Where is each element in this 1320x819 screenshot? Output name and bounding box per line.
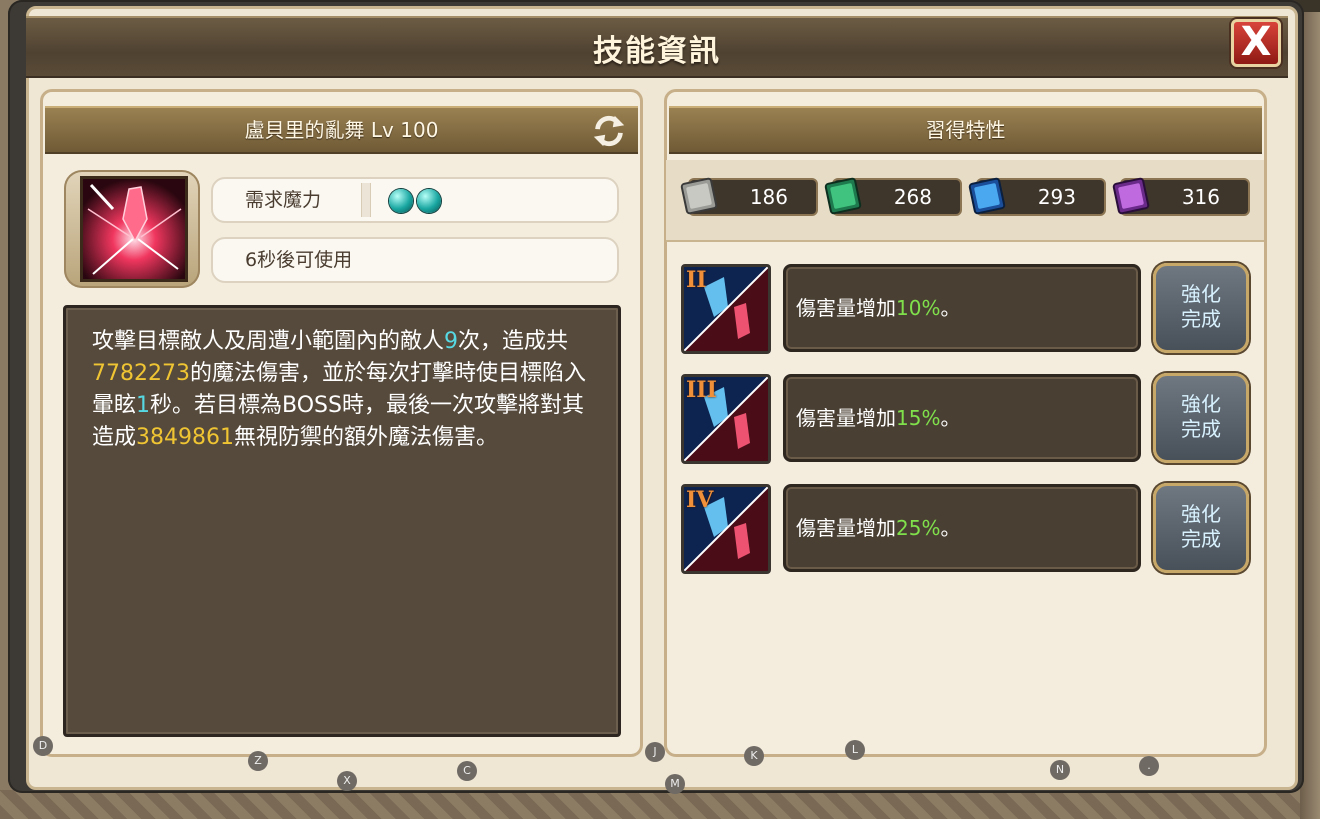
trait-text-prefix: 傷害量增加 — [796, 406, 896, 430]
trait-text-suffix: 。 — [940, 296, 961, 320]
hotkey-marker[interactable]: . — [1139, 756, 1159, 776]
hotkey-marker[interactable]: M — [665, 774, 685, 794]
cooldown-label: 6秒後可使用 — [245, 249, 353, 271]
trait-text-prefix: 傷害量增加 — [796, 516, 896, 540]
title-bar: 技能資訊 — [26, 16, 1288, 78]
trait-value: 10% — [896, 296, 941, 320]
hotkey-marker[interactable]: J — [645, 742, 665, 762]
blue-book-icon — [968, 177, 1006, 215]
enhance-complete-button[interactable]: 強化 完成 — [1153, 373, 1249, 463]
enhance-button-label: 強化 完成 — [1181, 502, 1221, 551]
pill-divider — [361, 183, 371, 217]
skill-description: 攻擊目標敵人及周遭小範圍內的敵人9次，造成共7782273的魔法傷害，並於每次打… — [92, 326, 592, 454]
skill-icon — [80, 176, 188, 282]
mana-label: 需求魔力 — [245, 189, 322, 211]
trait-description: 傷害量增加15%。 — [783, 374, 1141, 462]
desc-text: 次，造成共 — [458, 329, 569, 354]
mana-orb-icon — [417, 189, 441, 213]
hotkey-marker[interactable]: D — [33, 736, 53, 756]
cooldown-status: 6秒後可使用 — [211, 237, 619, 283]
gray-book-icon — [680, 177, 718, 215]
desc-boss-damage: 3849861 — [136, 425, 234, 450]
hotkey-marker[interactable]: Z — [248, 751, 268, 771]
trait-text-suffix: 。 — [940, 516, 961, 540]
trait-value: 25% — [896, 516, 941, 540]
trait-tier-label: II — [686, 267, 707, 293]
trait-icon-tier-3: III — [681, 374, 771, 464]
hotkey-marker[interactable]: C — [457, 761, 477, 781]
enhance-complete-button[interactable]: 強化 完成 — [1153, 483, 1249, 573]
mana-requirement: 需求魔力 — [211, 177, 619, 223]
enhance-button-label: 強化 完成 — [1181, 392, 1221, 441]
desc-stun-duration: 1 — [136, 393, 151, 418]
trait-description: 傷害量增加10%。 — [783, 264, 1141, 352]
trait-icon-tier-2: II — [681, 264, 771, 354]
hotkey-marker[interactable]: X — [337, 771, 357, 791]
crystal-burst-icon — [83, 179, 185, 279]
window-title: 技能資訊 — [593, 34, 721, 69]
refresh-icon[interactable] — [590, 112, 628, 150]
trait-description: 傷害量增加25%。 — [783, 484, 1141, 572]
mana-orb-icon — [389, 189, 413, 213]
hotkey-marker[interactable]: N — [1050, 760, 1070, 780]
hotkey-marker[interactable]: L — [845, 740, 865, 760]
trait-text-suffix: 。 — [940, 406, 961, 430]
background-floor — [0, 790, 1320, 819]
skill-name-level: 盧貝里的亂舞 Lv 100 — [244, 118, 439, 142]
traits-header: 習得特性 — [669, 106, 1262, 154]
purple-book-icon — [1112, 177, 1150, 215]
desc-text: 無視防禦的額外魔法傷害。 — [234, 425, 499, 450]
skill-description-box: 攻擊目標敵人及周遭小範圍內的敵人9次，造成共7782273的魔法傷害，並於每次打… — [63, 305, 621, 737]
enhance-button-label: 強化 完成 — [1181, 282, 1221, 331]
skill-name-header: 盧貝里的亂舞 Lv 100 — [45, 106, 638, 154]
enhance-complete-button[interactable]: 強化 完成 — [1153, 263, 1249, 353]
trait-tier-label: III — [686, 377, 717, 403]
trait-tier-label: IV — [686, 487, 714, 513]
close-button[interactable]: X — [1231, 19, 1281, 67]
trait-value: 15% — [896, 406, 941, 430]
desc-text: 攻擊目標敵人及周遭小範圍內的敵人 — [92, 329, 445, 354]
desc-damage: 7782273 — [92, 361, 190, 386]
trait-text-prefix: 傷害量增加 — [796, 296, 896, 320]
trait-icon-tier-4: IV — [681, 484, 771, 574]
desc-hit-count: 9 — [444, 329, 459, 354]
hotkey-marker[interactable]: K — [744, 746, 764, 766]
green-book-icon — [824, 177, 862, 215]
